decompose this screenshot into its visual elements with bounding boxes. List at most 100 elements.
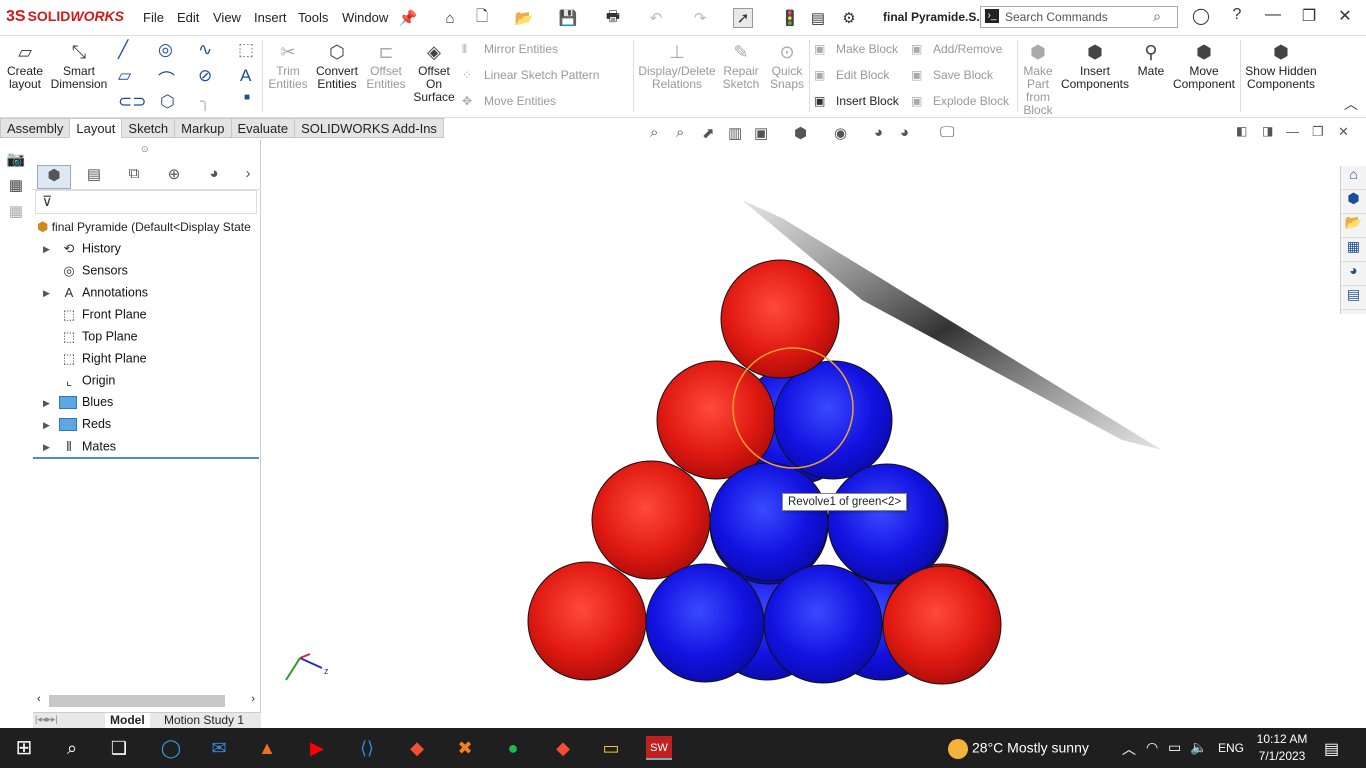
panel-grip-icon[interactable]: ⊙ [141, 144, 149, 155]
system-clock[interactable]: 10:12 AM 7/1/2023 [1254, 731, 1310, 765]
tree-item-sensors[interactable]: ◎ Sensors [43, 263, 128, 279]
apply-scene-icon[interactable]: ◕ [900, 124, 909, 141]
blue-sphere[interactable] [827, 463, 947, 583]
red-sphere[interactable] [591, 460, 711, 580]
create-layout-button[interactable]: ▱ Create layout [4, 42, 46, 91]
file-explorer-icon[interactable]: ▭ [598, 736, 624, 760]
edit-block-button[interactable]: ▣ Edit Block [814, 68, 889, 82]
spline-icon[interactable]: ∿ [198, 40, 212, 60]
minimize-button[interactable]: — [1261, 6, 1285, 24]
tree-item-front-plane[interactable]: ⬚ Front Plane [43, 307, 147, 323]
circle-icon[interactable]: ◎ [158, 40, 173, 60]
menu-edit[interactable]: Edit [177, 10, 199, 25]
undo-icon[interactable]: ↶ [646, 8, 666, 28]
resources-home-icon[interactable]: ⌂ [1341, 166, 1366, 190]
restore-button[interactable]: ❐ [1297, 6, 1321, 26]
graphics-area[interactable]: ⌕ ⌕ ⬈ ▥ ▣ ⬢ ◉ ◕ ◕ 🖵 ◧ ◨ — ❐ ✕ z Revolve1… [262, 124, 1349, 712]
edit-appearance-icon[interactable]: ◕ [874, 124, 883, 141]
line-icon[interactable]: ╱ [118, 40, 128, 60]
tree-item-annotations[interactable]: ▶ A Annotations [43, 285, 148, 301]
open-folder-icon[interactable]: 📂 [514, 8, 534, 28]
explode-block-button[interactable]: ▣ Explode Block [911, 94, 1009, 108]
tile-right-icon[interactable]: ◨ [1262, 124, 1273, 138]
print-icon[interactable]: 🖶 [603, 8, 623, 28]
linear-sketch-pattern-button[interactable]: ⁘ Linear Sketch Pattern [462, 68, 599, 82]
tab-solidworks-add-ins[interactable]: SOLIDWORKS Add-Ins [294, 118, 444, 138]
make-block-button[interactable]: ▣ Make Block [814, 42, 898, 56]
weather-widget[interactable]: 28°C Mostly sunny [948, 739, 1089, 759]
blue-sphere[interactable] [763, 564, 883, 684]
red-sphere[interactable] [882, 565, 1002, 685]
pin-icon[interactable]: 📌 [398, 8, 418, 28]
mate-button[interactable]: ⚲ Mate [1134, 42, 1168, 78]
zoom-to-fit-icon[interactable]: ⌕ [650, 124, 658, 141]
red-sphere[interactable] [656, 360, 776, 480]
camera-icon[interactable]: 📷 [0, 150, 32, 176]
point-icon[interactable]: ■ [244, 92, 250, 103]
construction-rectangle-icon[interactable]: ⬚ [238, 40, 254, 60]
doc-restore-icon[interactable]: ❐ [1312, 124, 1324, 140]
scroll-right-icon[interactable]: › [251, 693, 255, 705]
zoom-to-area-icon[interactable]: ⌕ [676, 124, 684, 141]
volume-icon[interactable]: 🔈 [1190, 739, 1207, 756]
arc-icon[interactable]: ⌒ [158, 66, 175, 91]
horizontal-scrollbar[interactable]: ‹ › [33, 691, 261, 709]
tab-nav-arrows-icon[interactable]: |◂◂▸▸| [35, 714, 58, 725]
tree-item-right-plane[interactable]: ⬚ Right Plane [43, 351, 147, 367]
tile-left-icon[interactable]: ◧ [1236, 124, 1247, 138]
scrollbar-thumb[interactable] [49, 695, 225, 707]
user-account-icon[interactable]: ◯ [1189, 6, 1213, 26]
tree-item-origin[interactable]: ⌞ Origin [43, 373, 115, 389]
vscode-icon[interactable]: ⟨⟩ [354, 736, 380, 760]
youtube-icon[interactable]: ▶ [304, 736, 330, 760]
menu-window[interactable]: Window [342, 10, 388, 25]
quick-snaps-button[interactable]: ⊙ Quick Snaps [766, 42, 808, 91]
menu-view[interactable]: View [213, 10, 241, 25]
tab-evaluate[interactable]: Evaluate [230, 118, 296, 138]
convert-entities-button[interactable]: ⬡ Convert Entities [313, 42, 361, 91]
fillet-icon[interactable]: ╮ [200, 92, 210, 112]
search-icon[interactable]: ⌕ [59, 736, 85, 760]
offset-entities-button[interactable]: ⊏ Offset Entities [364, 42, 408, 91]
expand-arrow-icon[interactable]: ▶ [43, 288, 59, 299]
scroll-left-icon[interactable]: ‹ [37, 693, 41, 705]
red-sphere[interactable] [527, 561, 647, 681]
mail-icon[interactable]: ✉ [206, 736, 232, 760]
blue-sphere[interactable] [645, 563, 765, 683]
menu-tools[interactable]: Tools [298, 10, 328, 25]
xampp-icon[interactable]: ✖ [452, 736, 478, 760]
search-commands-input[interactable]: ›_ Search Commands ⌕ [980, 6, 1178, 28]
assembly-root-node[interactable]: ⬢ final Pyramide (Default<Display State [37, 219, 251, 235]
select-cursor-icon[interactable]: ➚ [733, 8, 753, 28]
model-view-svg[interactable]: z [262, 140, 1340, 712]
solidworks-2021-icon[interactable]: SW [646, 736, 672, 760]
tree-item-reds[interactable]: ▶ Reds [43, 417, 111, 432]
expand-arrow-icon[interactable]: ▶ [43, 420, 59, 431]
tab-markup[interactable]: Markup [174, 118, 232, 138]
tree-item-mates[interactable]: ▶ ⫴ Mates [43, 439, 116, 455]
expand-arrow-icon[interactable]: ▶ [43, 398, 59, 409]
text-icon[interactable]: A [240, 66, 251, 86]
tree-item-top-plane[interactable]: ⬚ Top Plane [43, 329, 138, 345]
make-part-from-block-button[interactable]: ⬢ Make Part from Block [1020, 42, 1056, 117]
brave-browser-icon[interactable]: ◆ [404, 736, 430, 760]
view-settings-icon[interactable]: 🖵 [940, 124, 954, 141]
red-sphere[interactable] [720, 259, 840, 379]
display-delete-relations-button[interactable]: ⊥ Display/Delete Relations [636, 42, 718, 91]
options-gear-icon[interactable]: ⚙ [839, 8, 859, 28]
tab-layout[interactable]: Layout [69, 118, 123, 138]
insert-block-button[interactable]: ▣ Insert Block [814, 94, 899, 108]
language-indicator[interactable]: ENG [1218, 741, 1244, 755]
doc-minimize-icon[interactable]: — [1286, 124, 1299, 139]
redo-icon[interactable]: ↷ [690, 8, 710, 28]
view-palette-icon[interactable]: ▦ [1341, 238, 1366, 262]
mirror-entities-button[interactable]: ⫴ Mirror Entities [462, 42, 558, 57]
tree-filter-box[interactable]: ⊽ [35, 190, 257, 214]
tab-sketch[interactable]: Sketch [121, 118, 176, 138]
rectangle-icon[interactable]: ▱ [118, 66, 131, 86]
appearances-icon[interactable]: ◕ [1341, 262, 1366, 286]
cortana-icon[interactable]: ◯ [158, 736, 184, 760]
doc-close-icon[interactable]: ✕ [1338, 124, 1349, 140]
tree-item-history[interactable]: ▶ ⟲ History [43, 241, 121, 257]
configuration-manager-tab-icon[interactable]: ⧉ [117, 165, 151, 189]
